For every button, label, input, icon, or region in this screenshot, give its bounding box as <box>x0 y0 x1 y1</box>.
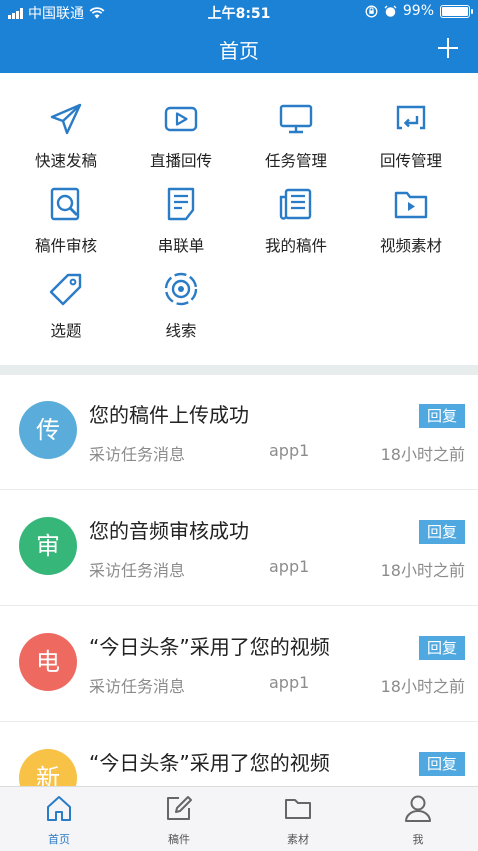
alarm-icon <box>384 5 397 17</box>
list-item[interactable]: 审 您的音频审核成功 回复 采访任务消息 app1 18小时之前 <box>0 491 478 606</box>
grid-item-task-management[interactable]: 任务管理 <box>238 101 354 181</box>
grid-item-clues[interactable]: 线索 <box>123 271 239 351</box>
newspaper-icon <box>279 188 312 220</box>
function-grid: 快速发稿 直播回传 任务管理 回传管理 稿件审核 串联单 我的稿件 视频素材 选… <box>0 73 478 365</box>
tab-bar: 首页 稿件 素材 我 <box>0 786 478 851</box>
grid-item-label: 直播回传 <box>149 152 212 170</box>
reply-button[interactable]: 回复 <box>419 520 465 544</box>
play-icon <box>164 106 198 132</box>
paper-plane-icon <box>50 103 82 135</box>
grid-item-label: 串联单 <box>157 237 205 255</box>
grid-item-label: 任务管理 <box>264 152 327 170</box>
battery-icon <box>440 4 473 18</box>
tab-home[interactable]: 首页 <box>29 793 89 847</box>
message-time: 18小时之前 <box>380 561 465 580</box>
grid-item-label: 线索 <box>165 322 197 340</box>
folder-icon <box>285 799 311 819</box>
tab-label: 稿件 <box>168 833 190 846</box>
user-icon <box>405 795 431 822</box>
message-source: app1 <box>269 673 310 692</box>
message-title: 您的音频审核成功 <box>89 519 249 543</box>
avatar: 审 <box>19 517 77 575</box>
rotation-lock-icon <box>365 5 378 17</box>
grid-item-rundown[interactable]: 串联单 <box>123 186 239 266</box>
video-folder-icon <box>394 191 428 219</box>
tab-label: 首页 <box>48 833 70 846</box>
grid-item-quick-post[interactable]: 快速发稿 <box>8 101 124 181</box>
message-subtitle: 采访任务消息 <box>89 677 186 696</box>
grid-item-label: 回传管理 <box>379 152 442 170</box>
message-subtitle: 采访任务消息 <box>89 445 186 464</box>
grid-item-video-material[interactable]: 视频素材 <box>353 186 469 266</box>
reply-button[interactable]: 回复 <box>419 636 465 660</box>
message-title: “今日头条”采用了您的视频 <box>89 635 330 659</box>
grid-item-topic[interactable]: 选题 <box>8 271 124 351</box>
list-item[interactable]: 电 “今日头条”采用了您的视频 回复 采访任务消息 app1 18小时之前 <box>0 607 478 722</box>
monitor-icon <box>279 104 313 134</box>
grid-item-label: 快速发稿 <box>34 152 97 170</box>
battery-percent: 99% <box>402 3 434 19</box>
reply-button[interactable]: 回复 <box>419 404 465 428</box>
message-time: 18小时之前 <box>380 445 465 464</box>
grid-item-label: 我的稿件 <box>264 237 327 255</box>
page-title: 首页 <box>219 39 259 63</box>
tag-icon <box>49 273 82 306</box>
message-time: 18小时之前 <box>380 677 465 696</box>
grid-item-my-manuscripts[interactable]: 我的稿件 <box>238 186 354 266</box>
reply-button[interactable]: 回复 <box>419 752 465 776</box>
tab-me[interactable]: 我 <box>388 793 448 847</box>
add-button[interactable] <box>438 38 458 58</box>
section-divider <box>0 365 478 375</box>
home-icon <box>47 796 71 821</box>
top-bar: 中国联通 上午8:51 99% 首页 <box>0 0 478 73</box>
message-subtitle: 采访任务消息 <box>89 561 186 580</box>
message-title: 您的稿件上传成功 <box>89 403 249 427</box>
return-screen-icon <box>396 105 426 130</box>
grid-item-label: 视频素材 <box>379 237 442 255</box>
message-source: app1 <box>269 557 310 576</box>
edit-icon <box>167 796 192 820</box>
avatar: 电 <box>19 633 77 691</box>
grid-item-return-management[interactable]: 回传管理 <box>353 101 469 181</box>
grid-item-live-return[interactable]: 直播回传 <box>123 101 239 181</box>
target-icon <box>164 272 198 306</box>
status-bar: 中国联通 上午8:51 99% <box>0 0 478 24</box>
document-icon <box>167 187 195 221</box>
review-search-icon <box>50 187 80 221</box>
grid-item-label: 稿件审核 <box>34 237 97 255</box>
tab-label: 我 <box>412 833 424 846</box>
grid-item-manuscript-review[interactable]: 稿件审核 <box>8 186 124 266</box>
tab-materials[interactable]: 素材 <box>268 793 328 847</box>
tab-label: 素材 <box>287 833 309 846</box>
list-item[interactable]: 传 您的稿件上传成功 回复 采访任务消息 app1 18小时之前 <box>0 375 478 490</box>
grid-item-label: 选题 <box>50 322 82 340</box>
message-source: app1 <box>269 441 310 460</box>
message-title: “今日头条”采用了您的视频 <box>89 751 330 775</box>
avatar: 传 <box>19 401 77 459</box>
tab-manuscripts[interactable]: 稿件 <box>149 793 209 847</box>
